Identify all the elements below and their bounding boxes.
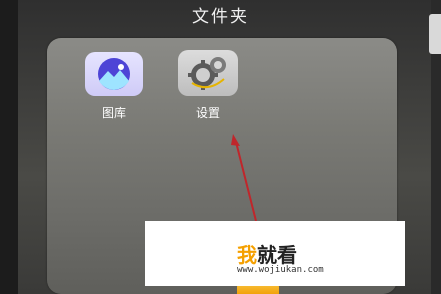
watermark-banner: 我就看 www.wojiukan.com: [145, 221, 405, 286]
watermark-url: www.wojiukan.com: [237, 265, 324, 275]
watermark-brand-rest: 就看: [257, 243, 297, 267]
watermark-brand-accent: 我: [237, 243, 257, 267]
watermark-brand: 我就看: [237, 239, 297, 268]
